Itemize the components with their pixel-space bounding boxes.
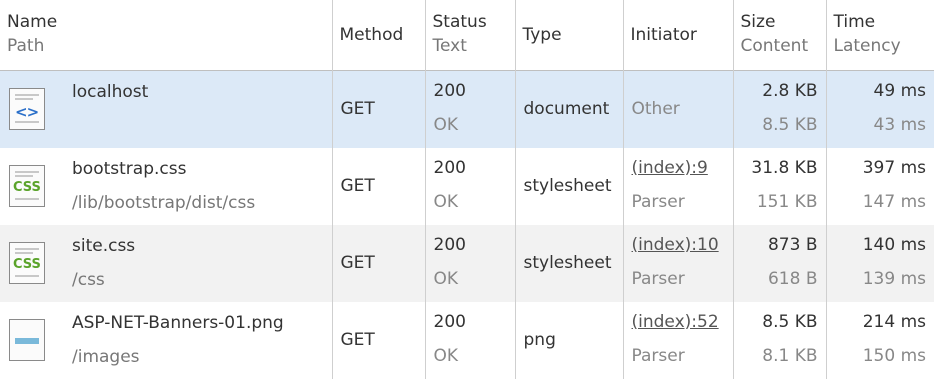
status-code: 200 [433,311,466,332]
table-row[interactable]: CSS bootstrap.css /lib/bootstrap/dist/cs… [0,147,934,225]
column-header-size[interactable]: Size Content [733,0,827,70]
latency: 43 ms [873,114,926,135]
table-header-row: Name Path Method Status Text Type Initia… [0,0,934,70]
time-cell: 140 ms 139 ms [826,225,934,302]
status-cell: 200 OK [425,147,516,225]
header-line1: Size [740,12,776,32]
status-code: 200 [433,157,466,178]
method-cell: GET [332,147,426,225]
content-size: 618 B [767,268,818,289]
initiator-cell: (index):9 Parser [623,147,734,225]
initiator-cell: (index):52 Parser [623,301,734,379]
initiator-link[interactable]: (index):9 [632,158,725,178]
initiator-type: Parser [631,268,685,289]
transfer-size: 2.8 KB [762,80,818,101]
method-cell: GET [332,224,426,302]
request-path: /images [72,346,140,367]
name-cell[interactable]: CSS bootstrap.css /lib/bootstrap/dist/cs… [0,147,333,225]
status-code: 200 [433,234,466,255]
total-time: 140 ms [862,234,926,255]
content-size: 8.1 KB [762,345,818,366]
request-name: bootstrap.css [72,158,187,179]
table-row[interactable]: CSS site.css /css GET 200 OK stylesheet … [0,224,934,302]
table-row[interactable]: ASP-NET-Banners-01.png /images GET 200 O… [0,301,934,379]
initiator-type: Other [631,99,680,119]
size-cell: 31.8 KB 151 KB [733,147,827,225]
name-cell[interactable]: ASP-NET-Banners-01.png /images [0,301,333,379]
header-line1: Type [522,24,562,45]
column-header-initiator[interactable]: Initiator [623,0,734,70]
total-time: 214 ms [862,311,926,332]
method-cell: GET [332,301,426,379]
transfer-size: 873 B [767,234,818,255]
column-header-type[interactable]: Type [515,0,624,70]
transfer-size: 31.8 KB [751,157,818,178]
type-cell: stylesheet [515,147,624,225]
initiator-link[interactable]: (index):10 [632,235,725,255]
content-size: 8.5 KB [762,114,818,135]
total-time: 49 ms [873,80,926,101]
request-name: localhost [72,81,149,102]
latency: 150 ms [862,345,926,366]
header-line2: Content [740,36,809,56]
status-cell: 200 OK [425,224,516,302]
initiator-type: Parser [631,345,685,366]
column-header-name[interactable]: Name Path [0,0,333,70]
status-cell: 200 OK [425,301,516,379]
header-line1: Method [339,24,404,45]
image-preview-bar [15,337,39,344]
header-line1: Time [833,12,876,32]
initiator-type: Parser [631,191,685,212]
status-text: OK [433,268,459,289]
latency: 147 ms [862,191,926,212]
content-size: 151 KB [756,191,818,212]
size-cell: 8.5 KB 8.1 KB [733,301,827,379]
image-file-icon [9,318,45,361]
type-cell: png [515,301,624,379]
latency: 139 ms [862,268,926,289]
icon-glyph: CSS [13,256,41,272]
icon-glyph: CSS [13,179,41,195]
size-cell: 873 B 618 B [733,224,827,302]
status-text: OK [433,114,459,135]
time-cell: 214 ms 150 ms [826,302,934,379]
header-line1: Status [432,12,487,32]
time-cell: 49 ms 43 ms [826,70,934,148]
css-file-icon: CSS [9,241,45,284]
type-cell: document [515,70,624,148]
icon-glyph: <> [15,102,39,121]
network-requests-table: Name Path Method Status Text Type Initia… [0,0,934,379]
css-file-icon: CSS [9,164,45,207]
html-document-icon: <> [9,87,45,130]
request-path: /css [72,269,105,290]
status-code: 200 [433,80,466,101]
initiator-cell: Other [623,70,734,148]
request-name: site.css [72,235,136,256]
table-row[interactable]: <> localhost GET 200 OK document Other 2… [0,70,934,148]
status-text: OK [433,345,459,366]
type-cell: stylesheet [515,224,624,302]
header-line1: Initiator [630,24,697,45]
name-cell[interactable]: <> localhost [0,70,333,148]
request-path: /lib/bootstrap/dist/css [72,192,256,213]
header-line2: Text [432,36,467,56]
transfer-size: 8.5 KB [762,311,818,332]
status-cell: 200 OK [425,70,516,148]
initiator-link[interactable]: (index):52 [632,312,725,332]
initiator-cell: (index):10 Parser [623,224,734,302]
header-line1: Name [7,12,58,32]
column-header-time[interactable]: Time Latency [826,0,934,70]
header-line2: Path [7,36,45,56]
request-name: ASP-NET-Banners-01.png [72,312,284,333]
size-cell: 2.8 KB 8.5 KB [733,70,827,148]
column-header-method[interactable]: Method [332,0,426,70]
total-time: 397 ms [862,157,926,178]
name-cell[interactable]: CSS site.css /css [0,224,333,302]
header-line2: Latency [833,36,901,56]
column-header-status[interactable]: Status Text [425,0,516,70]
status-text: OK [433,191,459,212]
method-cell: GET [332,70,426,148]
time-cell: 397 ms 147 ms [826,148,934,225]
